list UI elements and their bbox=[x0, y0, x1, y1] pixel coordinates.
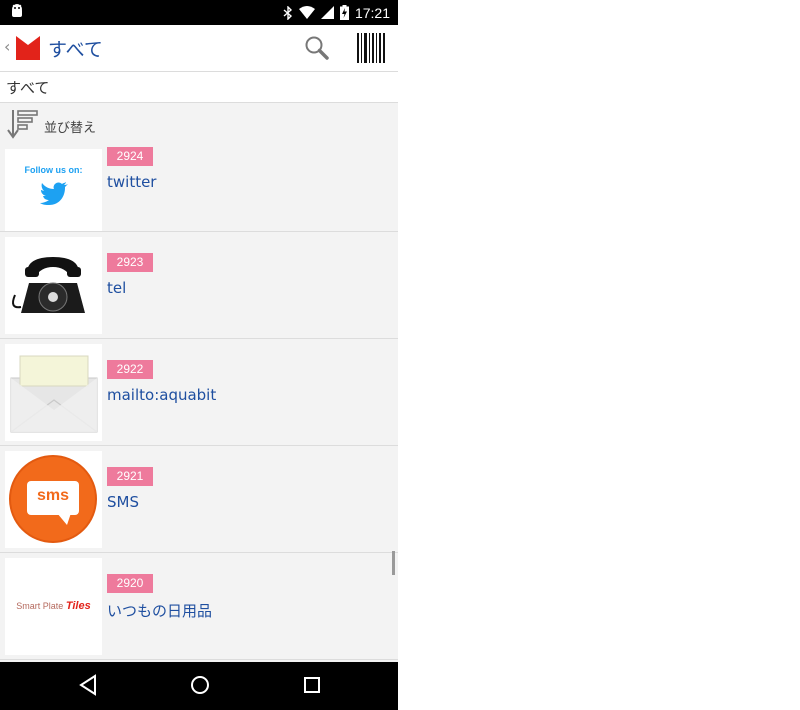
nav-home-icon[interactable] bbox=[189, 674, 211, 696]
phone-screen: 17:21 ‹ すべて すべて 並び替え Follow us on: 2924 … bbox=[0, 0, 398, 710]
item-id-badge: 2924 bbox=[107, 147, 153, 166]
sort-label[interactable]: 並び替え bbox=[44, 117, 96, 136]
category-label: すべて bbox=[6, 79, 50, 97]
item-id-badge: 2920 bbox=[107, 574, 153, 593]
scrollbar-thumb[interactable] bbox=[392, 551, 395, 575]
bluetooth-icon bbox=[283, 5, 292, 20]
item-name[interactable]: SMS bbox=[107, 493, 139, 511]
app-logo-icon[interactable] bbox=[16, 36, 40, 60]
list-item[interactable]: 2922 mailto:aquabit bbox=[0, 339, 398, 446]
list-item[interactable]: Follow us on: 2924 twitter bbox=[0, 145, 398, 232]
item-id-badge: 2921 bbox=[107, 467, 153, 486]
smart-plate-tiles-logo: Smart Plate Tiles bbox=[5, 600, 102, 612]
item-name[interactable]: tel bbox=[107, 279, 126, 297]
list-item[interactable]: sms 2921 SMS bbox=[0, 446, 398, 553]
page-title: すべて bbox=[48, 39, 103, 61]
nav-back-icon[interactable] bbox=[78, 674, 98, 696]
sort-icon[interactable] bbox=[7, 109, 39, 139]
list-item[interactable]: Smart Plate Tiles 2920 いつもの日用品 bbox=[0, 553, 398, 660]
item-thumbnail bbox=[5, 237, 102, 334]
item-id-badge: 2922 bbox=[107, 360, 153, 379]
logo-text-accent: Tiles bbox=[65, 600, 91, 612]
app-bar: ‹ すべて bbox=[0, 25, 398, 72]
item-name[interactable]: いつもの日用品 bbox=[107, 600, 212, 621]
list-item[interactable]: 2923 tel bbox=[0, 232, 398, 339]
cell-signal-icon bbox=[320, 6, 334, 19]
clock: 17:21 bbox=[354, 4, 390, 21]
android-debug-icon bbox=[12, 4, 22, 17]
item-thumbnail: Follow us on: bbox=[5, 149, 102, 231]
battery-charging-icon bbox=[339, 5, 349, 20]
item-thumbnail: Smart Plate Tiles bbox=[5, 558, 102, 655]
item-thumbnail bbox=[5, 344, 102, 441]
sort-bar[interactable]: 並び替え bbox=[0, 103, 398, 145]
item-thumbnail: sms bbox=[5, 451, 102, 548]
sms-bubble-text: sms bbox=[36, 487, 70, 504]
item-id-badge: 2923 bbox=[107, 253, 153, 272]
item-name[interactable]: twitter bbox=[107, 173, 156, 191]
logo-text-primary: Smart Plate bbox=[16, 601, 66, 611]
nav-recents-icon[interactable] bbox=[302, 674, 322, 696]
back-chevron-icon[interactable]: ‹ bbox=[4, 37, 10, 56]
thumb-caption: Follow us on: bbox=[24, 165, 83, 175]
rotary-telephone-icon bbox=[12, 257, 85, 313]
envelope-icon bbox=[10, 355, 98, 433]
navigation-bar bbox=[0, 662, 398, 710]
category-header: すべて bbox=[0, 72, 398, 103]
twitter-bird-icon bbox=[40, 182, 68, 205]
item-name[interactable]: mailto:aquabit bbox=[107, 386, 216, 404]
search-icon[interactable] bbox=[304, 35, 330, 61]
status-bar: 17:21 bbox=[0, 0, 398, 25]
wifi-icon bbox=[298, 6, 315, 19]
barcode-scan-icon[interactable] bbox=[357, 33, 385, 63]
